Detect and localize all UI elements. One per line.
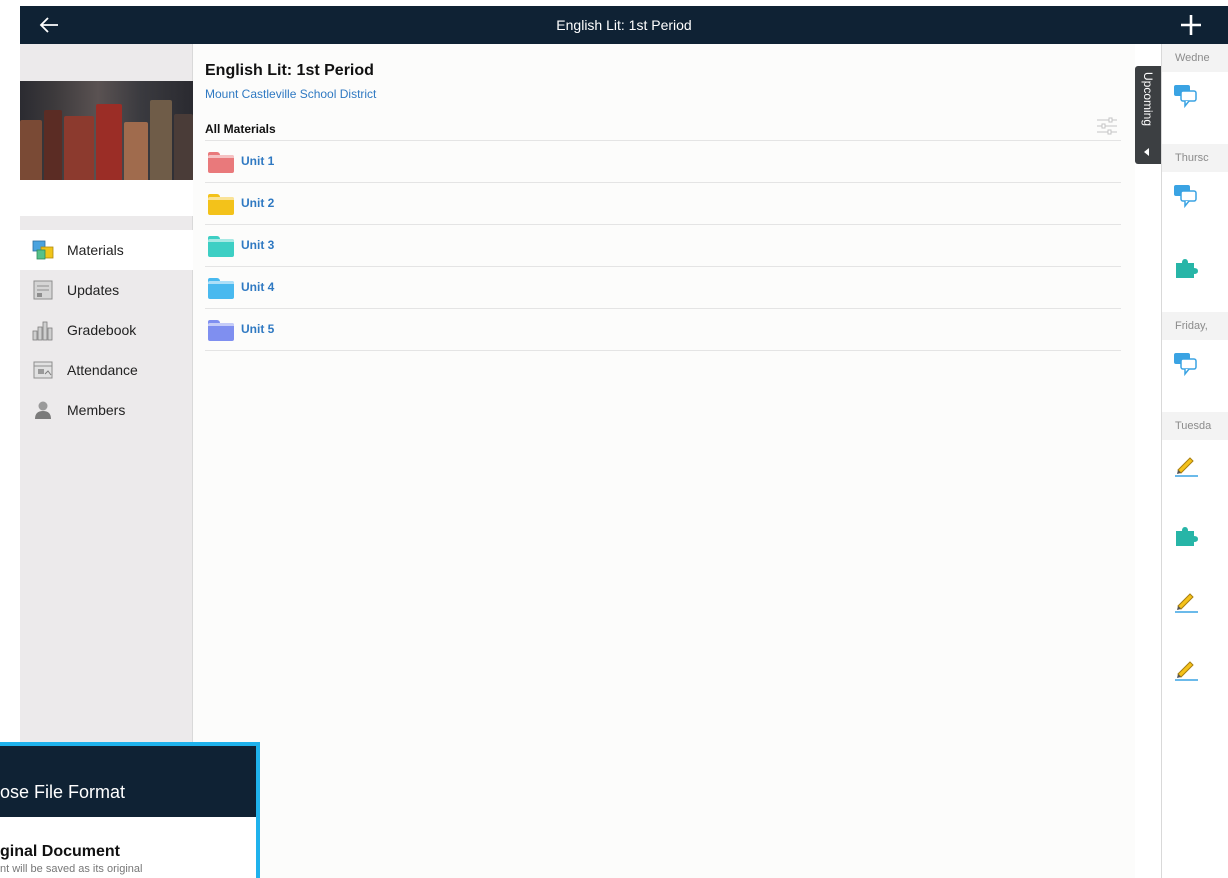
folder-row-unit-5[interactable]: Unit 5 xyxy=(205,309,1121,351)
discussion-icon[interactable] xyxy=(1172,350,1200,378)
plus-icon xyxy=(1181,15,1201,35)
folder-row-unit-4[interactable]: Unit 4 xyxy=(205,267,1121,309)
sidebar-item-attendance[interactable]: Attendance xyxy=(20,350,193,390)
section-title: All Materials xyxy=(205,122,276,136)
discussion-icon[interactable] xyxy=(1172,82,1200,110)
upcoming-panel: Wedne Thursc Friday, Tuesda xyxy=(1161,44,1228,878)
sliders-icon xyxy=(1097,117,1117,135)
pencil-icon[interactable] xyxy=(1172,450,1200,478)
materials-icon xyxy=(32,239,54,261)
window-title: English Lit: 1st Period xyxy=(556,17,692,33)
sidebar-item-gradebook[interactable]: Gradebook xyxy=(20,310,193,350)
original-document-option[interactable]: ginal Document xyxy=(0,843,120,861)
dialog-header: ose File Format xyxy=(0,746,256,817)
sidebar-item-label: Attendance xyxy=(67,362,138,378)
day-header: Wedne xyxy=(1162,44,1228,72)
updates-icon xyxy=(32,279,54,301)
sidebar-item-members[interactable]: Members xyxy=(20,390,193,430)
folder-label: Unit 3 xyxy=(241,238,275,252)
district-link[interactable]: Mount Castleville School District xyxy=(205,87,376,101)
folder-icon xyxy=(208,320,234,341)
sidebar-item-label: Gradebook xyxy=(67,322,137,338)
members-icon xyxy=(32,399,54,421)
dialog-title: ose File Format xyxy=(0,782,126,802)
sidebar-item-materials[interactable]: Materials xyxy=(20,230,193,270)
materials-list: Unit 1 Unit 2 Unit 3 Unit 4 Unit 5 xyxy=(205,140,1121,351)
course-screen: English Lit: 1st Period Materials Update… xyxy=(0,0,1228,878)
folder-icon xyxy=(208,278,234,299)
day-header: Tuesda xyxy=(1162,412,1228,440)
discussion-icon[interactable] xyxy=(1172,182,1200,210)
sidebar-spacer xyxy=(20,180,193,216)
upcoming-toggle[interactable]: Upcoming xyxy=(1135,66,1161,164)
attendance-icon xyxy=(32,359,54,381)
day-header: Thursc xyxy=(1162,144,1228,172)
folder-label: Unit 4 xyxy=(241,280,275,294)
caret-left-icon xyxy=(1144,148,1149,156)
folder-icon xyxy=(208,236,234,257)
upcoming-label: Upcoming xyxy=(1141,72,1155,127)
option-description: nt will be saved as its original xyxy=(0,863,143,875)
add-button[interactable] xyxy=(1176,9,1206,39)
sidebar-item-updates[interactable]: Updates xyxy=(20,270,193,310)
top-bar: English Lit: 1st Period xyxy=(20,6,1228,44)
folder-row-unit-2[interactable]: Unit 2 xyxy=(205,183,1121,225)
puzzle-icon[interactable] xyxy=(1172,522,1200,550)
sidebar-nav: Materials Updates Gradebook Attendance M… xyxy=(20,230,193,430)
sidebar-item-label: Updates xyxy=(67,282,120,298)
folder-icon xyxy=(208,152,234,173)
course-cover-image xyxy=(20,81,193,180)
puzzle-icon[interactable] xyxy=(1172,254,1200,282)
main-content: English Lit: 1st Period Mount Castlevill… xyxy=(193,44,1135,878)
filter-button[interactable] xyxy=(1097,116,1117,136)
file-format-dialog: ose File Format ginal Document nt will b… xyxy=(0,742,260,878)
pencil-icon[interactable] xyxy=(1172,654,1200,682)
day-header: Friday, xyxy=(1162,312,1228,340)
sidebar-item-label: Materials xyxy=(67,242,124,258)
folder-row-unit-3[interactable]: Unit 3 xyxy=(205,225,1121,267)
folder-label: Unit 5 xyxy=(241,322,275,336)
course-title: English Lit: 1st Period xyxy=(205,62,374,79)
pencil-icon[interactable] xyxy=(1172,586,1200,614)
folder-row-unit-1[interactable]: Unit 1 xyxy=(205,141,1121,183)
folder-label: Unit 2 xyxy=(241,196,275,210)
gradebook-icon xyxy=(32,319,54,341)
folder-label: Unit 1 xyxy=(241,154,275,168)
sidebar-item-label: Members xyxy=(67,402,126,418)
folder-icon xyxy=(208,194,234,215)
